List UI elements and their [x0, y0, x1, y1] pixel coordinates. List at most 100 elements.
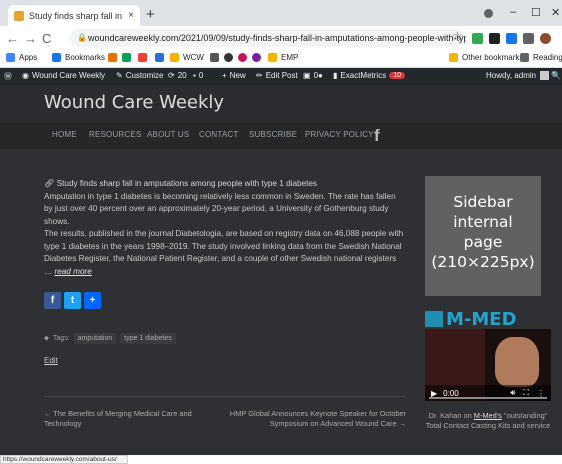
new-tab-button[interactable]: +	[146, 6, 155, 23]
addtoany-share-icon[interactable]: +	[84, 292, 101, 309]
wp-account[interactable]: Howdy, admin	[486, 71, 550, 80]
site-title[interactable]: Wound Care Weekly	[44, 92, 224, 113]
bookmark-other[interactable]: Other bookmarks	[449, 53, 523, 62]
status-url: https://woundcareweekly.com/about-us/	[0, 455, 128, 464]
maximize-button[interactable]: ☐	[531, 6, 541, 19]
wp-new-label: New	[229, 71, 246, 80]
video-player[interactable]: ▶ 0:00 🔊︎ ⛶ ⋮	[425, 329, 551, 401]
bookmark-icon-item[interactable]	[122, 53, 135, 62]
nav-resources[interactable]: RESOURCES	[89, 130, 141, 139]
back-icon[interactable]: ←	[6, 31, 19, 46]
video-progress-bar[interactable]	[429, 397, 547, 399]
mmed-logo[interactable]: M-MED	[425, 308, 545, 330]
plus-icon: +	[222, 71, 227, 80]
tags-row: ⬥ Tags: amputation type 1 diabetes	[44, 333, 176, 344]
extension-icon[interactable]	[489, 33, 500, 44]
bookmark-label: EMP	[281, 53, 299, 62]
wp-new[interactable]: + New	[222, 71, 246, 80]
bookmark-icon-item[interactable]	[138, 53, 151, 62]
twitter-share-icon[interactable]: t	[64, 292, 81, 309]
extension-icon[interactable]	[506, 33, 517, 44]
tab-title: Study finds sharp fall in amputatio	[29, 10, 124, 21]
updates-icon: ⟳	[168, 71, 175, 80]
address-toolbar: ← → C 🔒 woundcareweekly.com/2021/09/09/s…	[0, 26, 562, 50]
site-header: Wound Care Weekly	[0, 85, 562, 123]
article-paragraph-1: Amputation in type 1 diabetes is becomin…	[44, 191, 396, 226]
comment-bubble-icon: ▣	[303, 71, 311, 80]
facebook-icon[interactable]: f	[374, 126, 380, 146]
placeholder-text: page	[463, 233, 503, 251]
tab-strip: Study finds sharp fall in amputatio × + …	[0, 0, 562, 26]
bookmark-icon-item[interactable]	[224, 53, 237, 62]
bookmark-icon-item[interactable]	[108, 53, 121, 62]
close-window-button[interactable]: ✕	[551, 6, 560, 19]
nav-subscribe[interactable]: SUBSCRIBE	[249, 130, 297, 139]
wp-edit-post-label: Edit Post	[265, 71, 298, 80]
placeholder-text: (210×225px)	[431, 253, 535, 271]
bookmark-icon-item[interactable]	[210, 53, 223, 62]
google-icon	[138, 53, 147, 62]
bookmark-wcw[interactable]: WCW	[170, 53, 204, 62]
divider	[44, 396, 406, 397]
nav-home[interactable]: HOME	[52, 130, 77, 139]
bookmark-emp[interactable]: EMP	[268, 53, 298, 62]
bookmark-bookmarks[interactable]: Bookmarks	[52, 53, 105, 62]
pencil-icon: ✏	[256, 71, 263, 80]
previous-post-link[interactable]: ← The Benefits of Merging Medical Care a…	[44, 409, 214, 429]
bookmark-reading-list[interactable]: Reading list	[520, 53, 562, 62]
wp-updates[interactable]: ⟳ 20	[168, 71, 187, 80]
wp-site-link[interactable]: ◉ Wound Care Weekly	[22, 71, 105, 80]
video-thumbnail-person	[495, 337, 539, 387]
address-bar[interactable]: 🔒 woundcareweekly.com/2021/09/09/study-f…	[70, 29, 466, 47]
tab-close-icon[interactable]: ×	[128, 10, 134, 21]
wp-comments-count: 0	[198, 71, 204, 80]
wp-customize[interactable]: ✎ Customize	[116, 71, 164, 80]
article-headline: 🔗︎ Study finds sharp fall in amputations…	[44, 178, 406, 191]
bookmark-icon	[210, 53, 219, 62]
wp-search-icon[interactable]: 🔍	[551, 71, 561, 80]
wordpress-logo-icon[interactable]: Ⓦ	[4, 71, 12, 82]
sidebar-ad-placeholder[interactable]: Sidebar internal page (210×225px)	[425, 176, 541, 296]
bookmark-label: Other bookmarks	[462, 53, 524, 62]
next-post-link[interactable]: HMP Global Announces Keynote Speaker for…	[226, 409, 406, 429]
mmed-link[interactable]: M-Med's	[474, 411, 502, 420]
bookmark-apps[interactable]: Apps	[6, 53, 37, 62]
bookmark-icon-item[interactable]	[252, 53, 265, 62]
read-more-link[interactable]: read more	[54, 267, 91, 276]
minimize-button[interactable]: –	[510, 6, 516, 18]
wp-circle-icon[interactable]: ●	[318, 71, 323, 80]
wp-comments[interactable]: ▪ 0	[193, 71, 203, 80]
forward-icon[interactable]: →	[24, 31, 37, 46]
bookmark-label: Bookmarks	[65, 53, 106, 62]
bookmark-icon-item[interactable]	[155, 53, 168, 62]
nav-privacy-policy[interactable]: PRIVACY POLICY	[305, 130, 374, 139]
dashboard-icon: ◉	[22, 71, 29, 80]
tag-type-1-diabetes[interactable]: type 1 diabetes	[120, 333, 176, 344]
profile-icon[interactable]	[484, 9, 493, 18]
bookmarks-bar: Apps Bookmarks WCW EMP Other bookmarks R…	[0, 50, 562, 68]
comment-icon: ▪	[193, 71, 196, 80]
profile-avatar-icon[interactable]	[540, 33, 551, 44]
wp-admin-bar: Ⓦ ◉ Wound Care Weekly ✎ Customize ⟳ 20 ▪ 0 +…	[0, 68, 562, 85]
wp-edit-post[interactable]: ✏ Edit Post	[256, 71, 298, 80]
wp-customize-label: Customize	[125, 71, 164, 80]
nav-about-us[interactable]: ABOUT US	[147, 130, 189, 139]
tag-amputation[interactable]: amputation	[73, 333, 117, 344]
bookmark-icon-item[interactable]	[238, 53, 251, 62]
facebook-share-icon[interactable]: f	[44, 292, 61, 309]
brush-icon: ✎	[116, 71, 123, 80]
browser-tab[interactable]: Study finds sharp fall in amputatio ×	[8, 5, 140, 26]
extension-icon[interactable]	[472, 33, 483, 44]
wp-exactmetrics-label: ExactMetrics	[340, 71, 387, 80]
nav-contact[interactable]: CONTACT	[199, 130, 238, 139]
edit-link[interactable]: Edit	[44, 356, 58, 365]
wp-exactmetrics[interactable]: ▮ ExactMetrics 10	[333, 71, 405, 80]
reload-icon[interactable]: C	[42, 31, 51, 46]
extensions-puzzle-icon[interactable]	[523, 33, 534, 44]
article-paragraph-2: The results, published in the journal Di…	[44, 228, 406, 278]
paragraph-2-text: The results, published in the journal Di…	[44, 229, 404, 276]
bookmark-star-icon[interactable]: ☆	[452, 29, 463, 43]
bookmark-icon	[155, 53, 164, 62]
wp-comments-2[interactable]: ▣ 0	[303, 71, 318, 80]
mmed-logo-text: M-MED	[446, 308, 517, 330]
